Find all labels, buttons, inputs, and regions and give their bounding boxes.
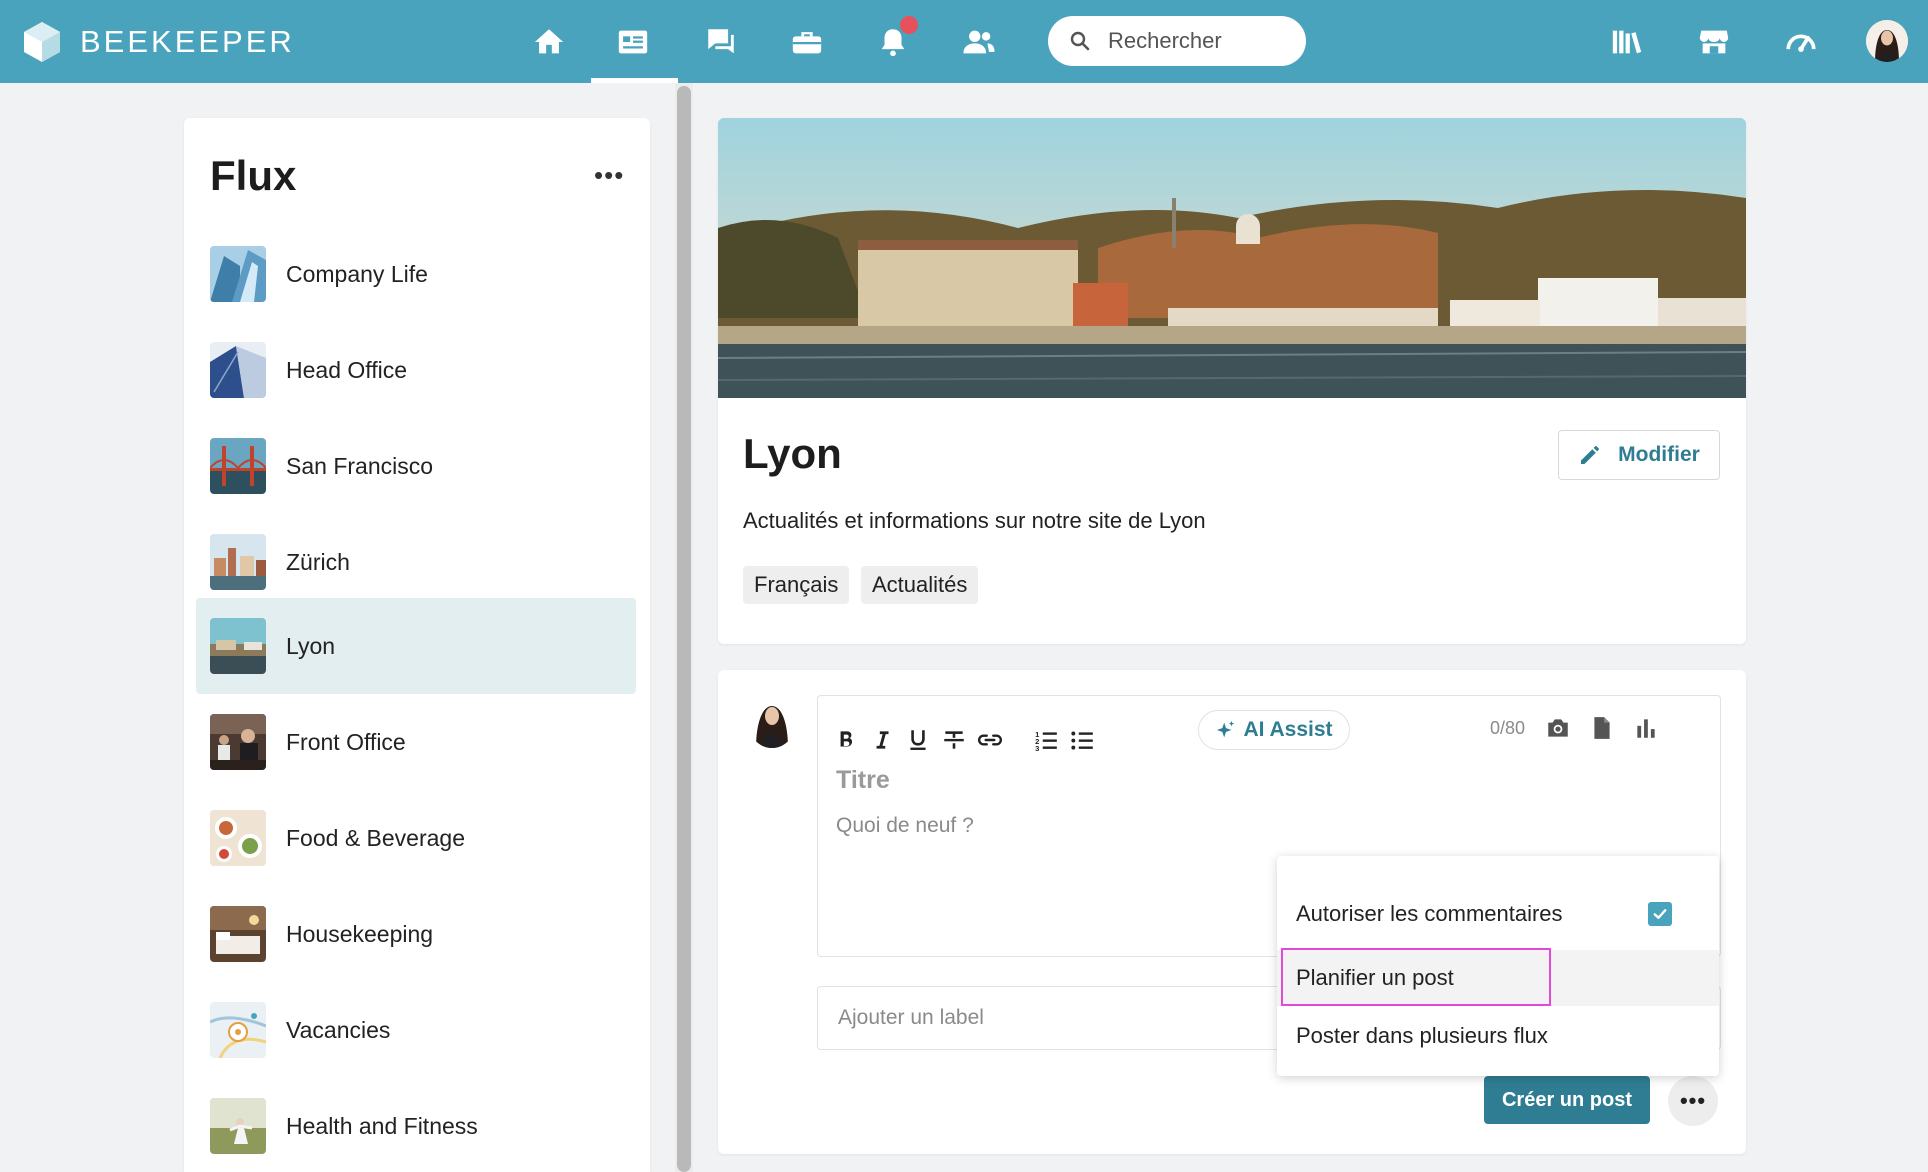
search-icon — [1070, 31, 1090, 51]
front-office-thumbnail — [210, 714, 266, 770]
edit-button-label: Modifier — [1618, 443, 1700, 466]
italic-icon[interactable] — [866, 724, 898, 756]
dashboard-icon[interactable] — [1781, 22, 1821, 62]
people-icon[interactable] — [959, 22, 999, 62]
svg-text:3: 3 — [1035, 744, 1039, 753]
stream-tag: Actualités — [861, 566, 979, 604]
scrollbar-thumb[interactable] — [677, 86, 691, 1172]
sidebar-item-label: Health and Fitness — [286, 1112, 478, 1139]
toolbox-icon[interactable] — [787, 22, 827, 62]
post-options-menu: Autoriser les commentaires Planifier un … — [1277, 856, 1719, 1076]
bold-icon[interactable] — [830, 724, 862, 756]
sidebar-item-label: Housekeeping — [286, 920, 434, 947]
sidebar-item-label: Front Office — [286, 728, 406, 755]
underline-icon[interactable] — [902, 724, 934, 756]
active-nav-indicator — [591, 78, 678, 83]
brand-name: BEEKEEPER — [80, 24, 295, 59]
chat-icon[interactable] — [701, 22, 741, 62]
sidebar-item-label: San Francisco — [286, 452, 434, 479]
menu-item-label: Planifier un post — [1296, 965, 1454, 990]
file-icon[interactable] — [1586, 712, 1618, 744]
menu-item-post-multiple-streams[interactable]: Poster dans plusieurs flux — [1277, 1008, 1719, 1064]
library-icon[interactable] — [1607, 22, 1647, 62]
top-bar: BEEKEEPER — [0, 0, 1928, 83]
search-bar[interactable] — [1048, 16, 1306, 66]
ai-assist-button[interactable]: AI Assist — [1198, 710, 1350, 750]
search-input[interactable] — [1108, 28, 1298, 54]
stream-cover-image — [718, 118, 1746, 398]
food-beverage-thumbnail — [210, 810, 266, 866]
sidebar-item-label: Lyon — [286, 632, 336, 659]
sidebar-item-housekeeping[interactable]: Housekeeping — [196, 886, 636, 982]
post-title-input[interactable]: Titre — [836, 766, 890, 795]
edit-stream-button[interactable]: Modifier — [1558, 430, 1720, 480]
vacancies-thumbnail — [210, 1002, 266, 1058]
menu-item-schedule-post[interactable]: Planifier un post — [1277, 950, 1719, 1006]
sidebar-item-company-life[interactable]: Company Life — [196, 226, 636, 322]
sidebar-item-health-fitness[interactable]: Health and Fitness — [196, 1078, 636, 1172]
sparkle-icon — [1217, 720, 1235, 738]
composer-avatar — [748, 696, 796, 748]
company-life-thumbnail — [210, 246, 266, 302]
lyon-thumbnail — [210, 618, 266, 674]
zurich-thumbnail — [210, 534, 266, 590]
stream-header-card: Lyon Modifier Actualités et informations… — [718, 118, 1746, 644]
sidebar-more-button[interactable]: ••• — [594, 160, 624, 191]
post-body-input[interactable]: Quoi de neuf ? — [836, 814, 974, 838]
brand[interactable]: BEEKEEPER — [22, 20, 295, 64]
allow-comments-checkbox[interactable] — [1648, 902, 1672, 926]
create-post-button[interactable]: Créer un post — [1484, 1076, 1650, 1124]
stream-tag: Français — [743, 566, 850, 604]
beekeeper-logo-icon — [24, 22, 60, 62]
home-icon[interactable] — [529, 22, 569, 62]
health-fitness-thumbnail — [210, 1098, 266, 1154]
sidebar-item-san-francisco[interactable]: San Francisco — [196, 418, 636, 514]
sidebar-item-vacancies[interactable]: Vacancies — [196, 982, 636, 1078]
notification-badge — [900, 16, 918, 34]
bullet-list-icon[interactable] — [1066, 724, 1098, 756]
feed-icon[interactable] — [613, 22, 653, 62]
sidebar-item-label: Company Life — [286, 260, 428, 287]
sidebar-item-label: Zürich — [286, 548, 350, 575]
numbered-list-icon[interactable]: 123 — [1030, 724, 1062, 756]
sidebar-title: Flux — [210, 152, 297, 199]
camera-icon[interactable] — [1542, 712, 1574, 744]
san-francisco-thumbnail — [210, 438, 266, 494]
stream-description: Actualités et informations sur notre sit… — [743, 508, 1206, 533]
menu-item-label: Autoriser les commentaires — [1296, 901, 1563, 926]
streams-sidebar: Flux ••• Company Life Head Office San Fr… — [184, 118, 650, 1172]
sidebar-item-front-office[interactable]: Front Office — [196, 694, 636, 790]
sidebar-item-food-beverage[interactable]: Food & Beverage — [196, 790, 636, 886]
shop-icon[interactable] — [1694, 22, 1734, 62]
link-icon[interactable] — [974, 724, 1006, 756]
poll-icon[interactable] — [1630, 712, 1662, 744]
sidebar-item-label: Food & Beverage — [286, 824, 466, 851]
menu-item-label: Poster dans plusieurs flux — [1296, 1023, 1548, 1048]
user-avatar[interactable] — [1866, 20, 1908, 62]
housekeeping-thumbnail — [210, 906, 266, 962]
ai-assist-label: AI Assist — [1243, 718, 1333, 741]
sidebar-item-lyon[interactable]: Lyon — [196, 598, 636, 694]
title-char-counter: 0/80 — [1490, 718, 1526, 738]
head-office-thumbnail — [210, 342, 266, 398]
checkmark-icon — [1653, 909, 1667, 919]
sidebar-item-label: Vacancies — [286, 1016, 391, 1043]
post-options-button[interactable]: ••• — [1668, 1076, 1718, 1126]
stream-name: Lyon — [743, 430, 842, 477]
sidebar-item-head-office[interactable]: Head Office — [196, 322, 636, 418]
strikethrough-icon[interactable] — [938, 724, 970, 756]
pencil-icon — [1581, 446, 1600, 464]
sidebar-item-zurich[interactable]: Zürich — [196, 514, 636, 610]
sidebar-item-label: Head Office — [286, 356, 408, 383]
